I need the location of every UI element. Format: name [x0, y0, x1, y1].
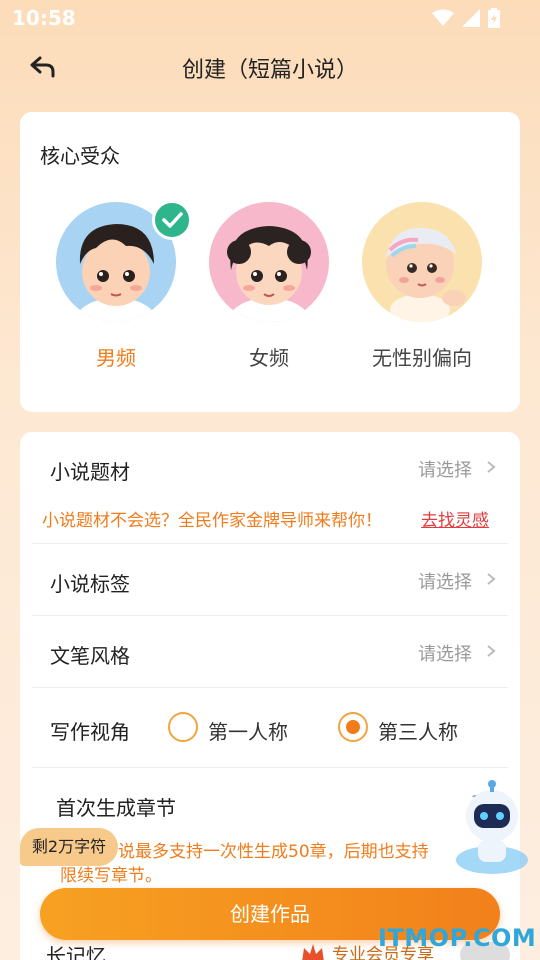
audience-card: 核心受众 男频 女频 无性别偏向: [20, 112, 520, 412]
memory-label: 长记忆: [46, 944, 106, 960]
tags-label: 小说标签: [50, 572, 130, 596]
page-title: 创建（短篇小说）: [181, 58, 358, 83]
audience-title: 核心受众: [40, 144, 120, 168]
chevron-right-icon: [487, 573, 496, 585]
form-card: 小说题材 请选择 小说题材不会选？全民作家金牌导师来帮你！ 去找灵感 小说标签 …: [20, 432, 520, 960]
third-person-radio[interactable]: [338, 712, 368, 742]
first-person-label[interactable]: 第一人称: [208, 716, 288, 745]
chevron-right-icon: [487, 645, 496, 657]
crown-icon: [302, 943, 324, 960]
status-icons: [432, 8, 500, 28]
wifi-icon: [432, 9, 454, 26]
audience-option-neutral[interactable]: 无性别偏向: [352, 202, 492, 382]
status-bar: 10:58: [0, 0, 540, 36]
audience-option-female[interactable]: 女频: [199, 202, 339, 382]
watermark: ITMOP.COM: [378, 924, 537, 952]
nav-bar: 创建（短篇小说）: [0, 40, 540, 94]
audience-label-neutral: 无性别偏向: [372, 346, 472, 370]
robot-assistant-icon[interactable]: [452, 780, 532, 876]
baby-avatar: [362, 202, 482, 322]
chapters-desc-2: 限续写章节。: [60, 866, 162, 886]
chapters-label: 首次生成章节: [56, 796, 176, 820]
status-time: 10:58: [12, 6, 76, 30]
battery-icon: [488, 8, 500, 28]
third-person-label[interactable]: 第三人称: [378, 716, 458, 745]
theme-row[interactable]: 小说题材 请选择 小说题材不会选？全民作家金牌导师来帮你！ 去找灵感: [32, 432, 508, 544]
perspective-label: 写作视角: [50, 720, 130, 744]
audience-label-male: 男频: [96, 346, 136, 370]
female-avatar: [209, 202, 329, 322]
audience-label-female: 女频: [249, 346, 289, 370]
first-person-radio[interactable]: [168, 712, 198, 742]
selected-check-icon: [152, 200, 192, 240]
theme-value[interactable]: 请选择: [418, 456, 472, 482]
style-row[interactable]: 文笔风格 请选择: [32, 616, 508, 688]
remaining-chars-badge: 剩2万字符: [20, 828, 118, 866]
tags-row[interactable]: 小说标签 请选择: [32, 544, 508, 616]
audience-option-male[interactable]: 男频: [46, 200, 192, 382]
theme-label: 小说题材: [50, 460, 130, 484]
signal-icon: [462, 9, 480, 27]
tags-value[interactable]: 请选择: [418, 568, 472, 594]
chevron-right-icon: [487, 461, 496, 473]
inspiration-link[interactable]: 去找灵感: [421, 506, 489, 531]
perspective-row: 写作视角 第一人称 第三人称: [32, 688, 508, 768]
style-value[interactable]: 请选择: [418, 640, 472, 666]
theme-tip: 小说题材不会选？全民作家金牌导师来帮你！: [42, 511, 382, 531]
style-label: 文笔风格: [50, 644, 130, 668]
